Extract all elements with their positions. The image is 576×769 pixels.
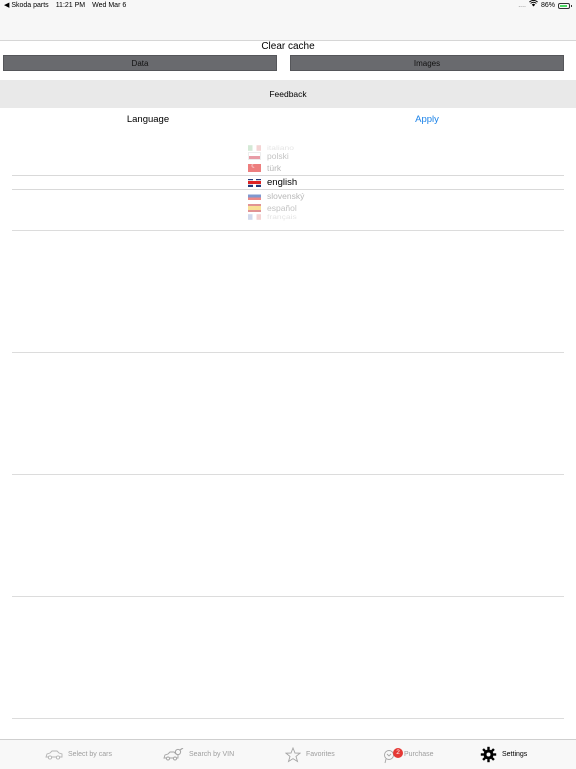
star-icon	[285, 746, 301, 763]
divider	[12, 352, 564, 353]
wifi-icon	[529, 0, 538, 12]
france-flag-icon	[248, 214, 261, 220]
tab-settings[interactable]: Settings	[480, 740, 527, 769]
battery-icon	[558, 3, 572, 9]
tab-label: Purchase	[404, 751, 434, 758]
tab-label: Settings	[502, 751, 528, 758]
apply-button[interactable]: Apply	[400, 113, 454, 126]
language-option-espanol[interactable]: español	[248, 203, 297, 213]
vin-scan-icon	[162, 747, 184, 762]
tab-label: Select by cars	[68, 751, 112, 758]
spain-flag-icon	[248, 204, 261, 212]
language-picker[interactable]: italiano polski türk english slovenský e…	[0, 140, 576, 222]
status-date: Wed Mar 6	[92, 2, 127, 9]
turkey-flag-icon	[248, 164, 261, 172]
status-time: 11:21 PM	[55, 2, 86, 9]
feedback-button[interactable]: Feedback	[0, 80, 576, 108]
slovakia-flag-icon	[248, 192, 261, 200]
uk-flag-icon	[248, 178, 261, 187]
language-option-turk[interactable]: türk	[248, 163, 281, 173]
picker-selection-top-line	[12, 175, 564, 176]
picker-selection-bottom-line	[12, 189, 564, 190]
language-label: Language	[126, 114, 170, 125]
tab-label: Favorites	[306, 751, 335, 758]
language-option-francais[interactable]: français	[248, 214, 297, 221]
language-option-slovensky[interactable]: slovenský	[248, 191, 304, 201]
status-bar: ◀ Skoda parts 11:21 PM Wed Mar 6 .... 86…	[0, 0, 576, 12]
tab-search-by-vin[interactable]: Search by VIN	[162, 740, 234, 769]
clear-images-button[interactable]: Images	[290, 55, 564, 71]
tab-select-by-cars[interactable]: Select by cars	[45, 740, 112, 769]
divider	[12, 474, 564, 475]
gear-icon	[480, 746, 497, 763]
tab-bar: Select by cars Search by VIN Favorites 2…	[0, 739, 576, 769]
purchase-badge: 2	[393, 747, 403, 758]
divider	[12, 718, 564, 719]
language-option-english[interactable]: english	[248, 177, 297, 188]
purchase-icon: 2	[383, 746, 403, 764]
cellular-signal-icon: ....	[518, 2, 526, 9]
navigation-bar	[0, 12, 576, 41]
poland-flag-icon	[248, 152, 261, 160]
italy-flag-icon	[248, 145, 261, 151]
language-option-polski[interactable]: polski	[248, 151, 289, 161]
clear-data-button[interactable]: Data	[3, 55, 277, 71]
tab-favorites[interactable]: Favorites	[285, 740, 335, 769]
clear-cache-title: Clear cache	[261, 41, 315, 52]
back-to-app-link[interactable]: ◀ Skoda parts	[4, 0, 49, 12]
divider	[12, 596, 564, 597]
divider	[12, 230, 564, 231]
tab-label: Search by VIN	[189, 751, 235, 758]
battery-percent: 86%	[540, 2, 555, 9]
tab-purchase[interactable]: 2 Purchase	[383, 740, 434, 769]
car-icon	[45, 750, 63, 760]
